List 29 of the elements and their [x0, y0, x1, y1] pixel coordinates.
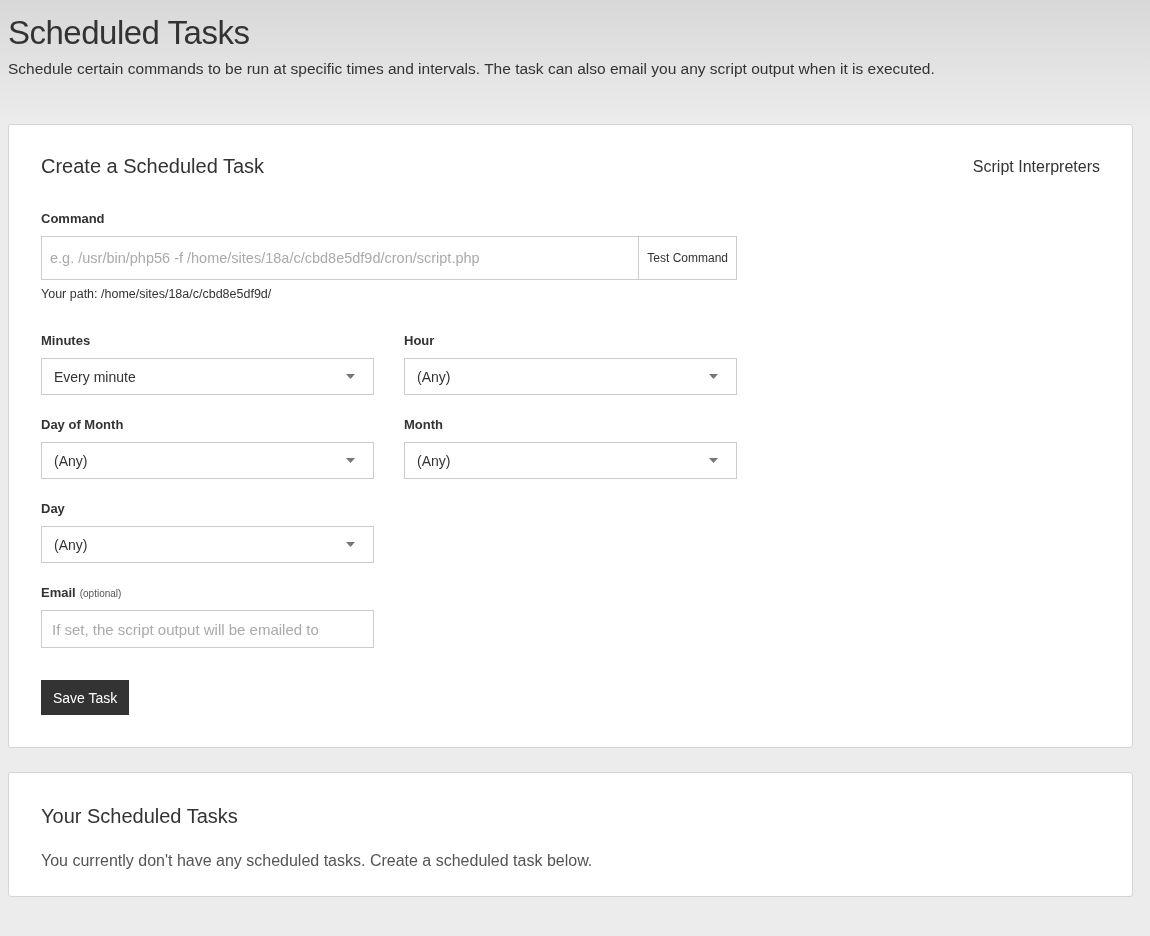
field-label: Day of Month [41, 417, 124, 432]
caret-icon [346, 542, 355, 547]
save-task-button[interactable]: Save Task [41, 680, 130, 715]
page-description: Schedule certain commands to be run at specific times and intervals. The task can also email you any script output when it is executed. [8, 60, 936, 78]
dropdown[interactable]: (Any) [404, 358, 737, 395]
dropdown[interactable]: (Any) [41, 526, 374, 563]
card-title: Your Scheduled Tasks [41, 805, 238, 828]
caret-icon [346, 374, 355, 379]
field-label: Minutes [41, 333, 91, 348]
caret-icon [709, 374, 718, 379]
field-label: Command [41, 211, 105, 226]
field-label: Day [41, 501, 65, 516]
page-title: Scheduled Tasks [8, 14, 251, 52]
caret-icon [346, 458, 355, 463]
empty-message: You currently don't have any scheduled tasks. Create a scheduled task below. [41, 852, 594, 870]
card-title: Create a Scheduled Task [41, 155, 265, 178]
test-command-button[interactable]: Test Command [639, 236, 737, 280]
field-label: Email [41, 585, 76, 600]
email-field[interactable]: If set, the script output will be emailed to [41, 610, 374, 648]
dropdown[interactable]: (Any) [41, 442, 374, 479]
optional-hint: (optional) [79, 588, 122, 599]
path-help-text: Your path: /home/sites/18a/c/cbd8e5df9d/ [41, 287, 273, 301]
caret-icon [709, 458, 718, 463]
command-field[interactable]: e.g. /usr/bin/php56 -f /home/sites/18a/c/cbd8e5df9d/cron/script.php [41, 236, 640, 280]
field-label: Hour [404, 333, 435, 348]
script-interpreters-link[interactable]: Script Interpreters [972, 157, 1100, 176]
dropdown[interactable]: (Any) [404, 442, 737, 479]
dropdown[interactable]: Every minute [41, 358, 374, 395]
field-label: Month [404, 417, 443, 432]
